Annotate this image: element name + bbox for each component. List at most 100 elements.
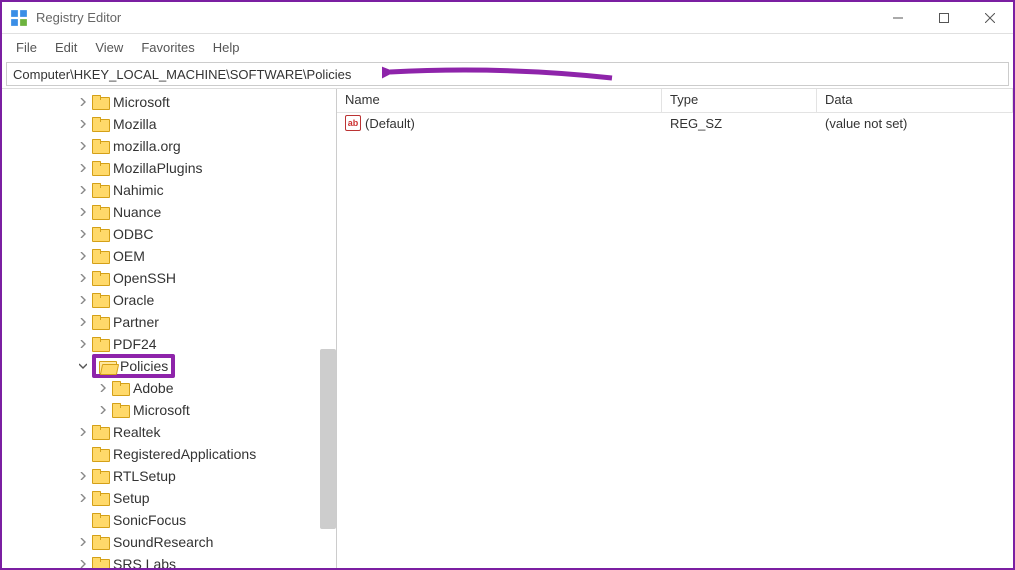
column-header-type[interactable]: Type [662,89,817,112]
chevron-right-icon[interactable] [76,425,90,439]
tree-item-label: PDF24 [113,336,157,352]
minimize-button[interactable] [875,2,921,34]
folder-icon [92,183,108,197]
tree-item[interactable]: Microsoft [6,399,336,421]
tree-item[interactable]: OEM [6,245,336,267]
tree-item-label: OEM [113,248,145,264]
folder-icon [92,139,108,153]
chevron-right-icon[interactable] [76,227,90,241]
content-area: Microsoft Mozilla mozilla.org MozillaPlugin… [2,88,1013,568]
chevron-right-icon[interactable] [96,403,110,417]
tree-item[interactable]: Mozilla [6,113,336,135]
tree-item[interactable]: Setup [6,487,336,509]
chevron-right-icon[interactable] [76,271,90,285]
folder-icon [92,249,108,263]
tree-item[interactable]: Policies [6,355,336,377]
chevron-right-icon[interactable] [76,161,90,175]
annotation-highlight: Policies [92,354,175,378]
string-value-icon: ab [345,115,361,131]
folder-icon [92,315,108,329]
tree-item[interactable]: RegisteredApplications [6,443,336,465]
chevron-right-icon[interactable] [76,315,90,329]
values-pane[interactable]: Name Type Data ab(Default)REG_SZ(value n… [337,89,1013,568]
tree-item-label: mozilla.org [113,138,181,154]
tree-item-label: SoundResearch [113,534,213,550]
folder-icon [92,469,108,483]
folder-icon [92,161,108,175]
folder-icon [92,205,108,219]
tree-item-label: OpenSSH [113,270,176,286]
tree-item[interactable]: SoundResearch [6,531,336,553]
folder-icon [92,513,108,527]
folder-icon [92,117,108,131]
folder-icon [92,95,108,109]
menu-file[interactable]: File [8,37,45,58]
window-title: Registry Editor [36,10,875,25]
folder-icon [92,557,108,568]
maximize-button[interactable] [921,2,967,34]
tree-item-label: Adobe [133,380,173,396]
tree-item[interactable]: Nuance [6,201,336,223]
folder-icon [92,447,108,461]
folder-icon [99,359,115,373]
tree-item[interactable]: Partner [6,311,336,333]
tree-item-label: Oracle [113,292,154,308]
tree-item[interactable]: Oracle [6,289,336,311]
chevron-right-icon[interactable] [76,557,90,568]
tree-item[interactable]: SRS Labs [6,553,336,568]
tree-item-label: SonicFocus [113,512,186,528]
chevron-right-icon[interactable] [76,117,90,131]
menu-edit[interactable]: Edit [47,37,85,58]
chevron-right-icon[interactable] [96,381,110,395]
tree-item[interactable]: PDF24 [6,333,336,355]
chevron-down-icon[interactable] [76,359,90,373]
chevron-right-icon[interactable] [76,469,90,483]
tree-item[interactable]: Nahimic [6,179,336,201]
window-controls [875,2,1013,34]
folder-icon [92,491,108,505]
folder-icon [92,227,108,241]
chevron-right-icon[interactable] [76,183,90,197]
tree-item-label: RegisteredApplications [113,446,256,462]
folder-icon [112,403,128,417]
tree-item-label: ODBC [113,226,153,242]
tree-item[interactable]: ODBC [6,223,336,245]
chevron-right-icon[interactable] [76,535,90,549]
value-row[interactable]: ab(Default)REG_SZ(value not set) [337,113,1013,133]
chevron-right-icon[interactable] [76,337,90,351]
tree-pane[interactable]: Microsoft Mozilla mozilla.org MozillaPlugin… [2,89,337,568]
tree-item[interactable]: MozillaPlugins [6,157,336,179]
values-list: ab(Default)REG_SZ(value not set) [337,113,1013,133]
scrollbar-thumb[interactable] [320,349,336,529]
tree-item-label: Partner [113,314,159,330]
tree-item[interactable]: OpenSSH [6,267,336,289]
column-header-data[interactable]: Data [817,89,1013,112]
tree-item-label: SRS Labs [113,556,176,568]
folder-icon [92,425,108,439]
chevron-right-icon[interactable] [76,205,90,219]
column-header-name[interactable]: Name [337,89,662,112]
tree-item[interactable]: SonicFocus [6,509,336,531]
menu-favorites[interactable]: Favorites [133,37,202,58]
tree-item-label: Nahimic [113,182,164,198]
chevron-right-icon[interactable] [76,139,90,153]
address-bar[interactable]: Computer\HKEY_LOCAL_MACHINE\SOFTWARE\Pol… [6,62,1009,86]
close-button[interactable] [967,2,1013,34]
tree-item[interactable]: Adobe [6,377,336,399]
tree-item[interactable]: mozilla.org [6,135,336,157]
tree-item[interactable]: RTLSetup [6,465,336,487]
tree-item-label: Microsoft [113,94,170,110]
chevron-right-icon[interactable] [76,293,90,307]
tree-item[interactable]: Realtek [6,421,336,443]
menu-view[interactable]: View [87,37,131,58]
tree-item-label: Microsoft [133,402,190,418]
chevron-right-icon[interactable] [76,249,90,263]
expander-empty [76,447,90,461]
chevron-right-icon[interactable] [76,491,90,505]
value-type: REG_SZ [662,113,817,134]
chevron-right-icon[interactable] [76,95,90,109]
menu-help[interactable]: Help [205,37,248,58]
folder-icon [92,271,108,285]
tree-item-label: Mozilla [113,116,157,132]
tree-item[interactable]: Microsoft [6,91,336,113]
